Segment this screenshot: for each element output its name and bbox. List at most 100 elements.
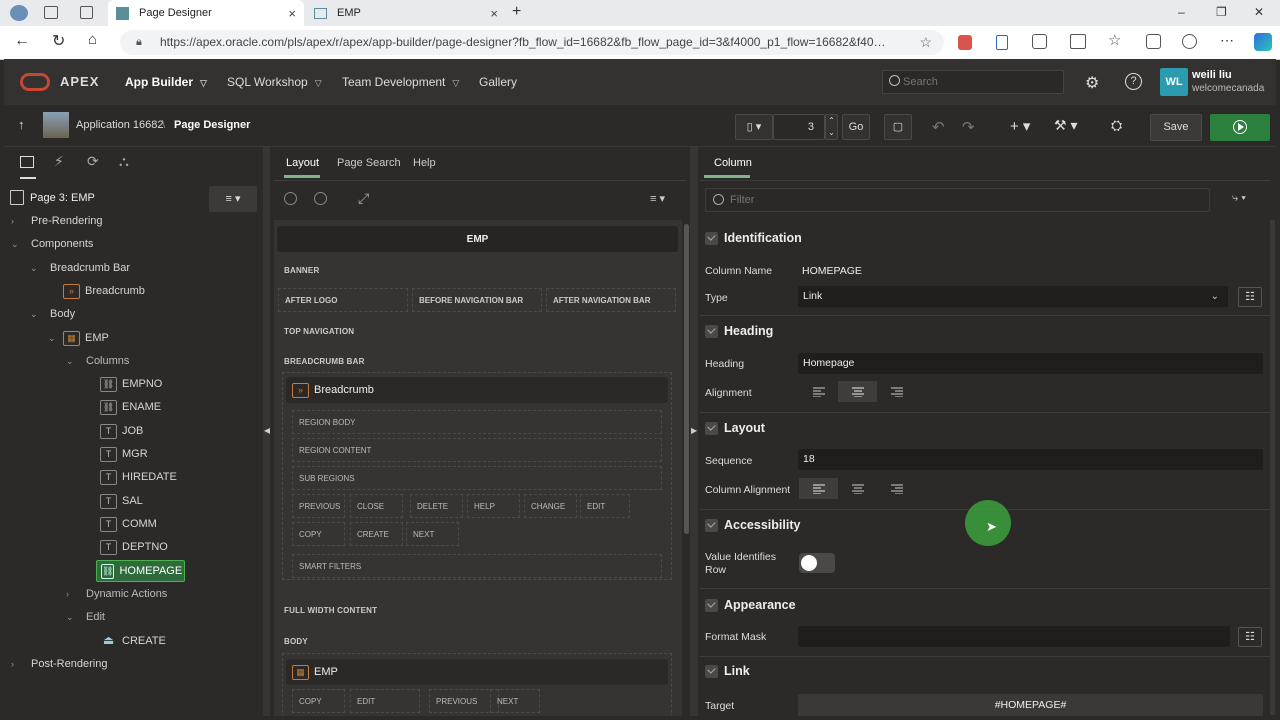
shared-components-tab-icon[interactable]: ⛬ bbox=[119, 153, 129, 170]
nav-team-development[interactable]: Team Development ▽ bbox=[342, 59, 459, 105]
button-slot-help[interactable]: HELP bbox=[467, 494, 520, 518]
section-banner[interactable]: BANNER bbox=[284, 266, 319, 275]
region-content[interactable]: REGION CONTENT bbox=[292, 438, 662, 462]
position-after-nav[interactable]: AFTER NAVIGATION BAR bbox=[546, 288, 676, 312]
button-slot-edit[interactable]: EDIT bbox=[350, 689, 420, 713]
tree-page-node[interactable]: Page 3: EMP bbox=[30, 192, 95, 204]
page-number-input[interactable]: 3 bbox=[773, 114, 825, 140]
zoom-in-icon[interactable] bbox=[314, 192, 327, 205]
extensions-icon[interactable] bbox=[1032, 34, 1047, 49]
button-slot-create[interactable]: CREATE bbox=[350, 522, 403, 546]
button-slot-copy[interactable]: COPY bbox=[292, 689, 345, 713]
maximize-button[interactable]: ❐ bbox=[1216, 5, 1227, 19]
group-appearance[interactable]: Appearance bbox=[705, 598, 796, 612]
favorite-star-icon[interactable]: ☆ bbox=[919, 30, 932, 55]
undo-icon[interactable]: ↶ bbox=[932, 118, 945, 136]
page-title-bar[interactable]: EMP bbox=[277, 226, 678, 252]
tree-item[interactable]: T DEPTNO bbox=[100, 536, 168, 558]
create-menu-icon[interactable]: + ▾ bbox=[1010, 117, 1030, 135]
zoom-out-icon[interactable] bbox=[284, 192, 297, 205]
tree-item[interactable]: T SAL bbox=[100, 490, 143, 512]
tree-item[interactable]: ⌄ Body bbox=[30, 303, 75, 325]
apex-brand[interactable]: APEX bbox=[60, 74, 99, 89]
search-box[interactable] bbox=[882, 70, 1064, 94]
minimize-button[interactable]: – bbox=[1178, 5, 1185, 19]
run-page-button[interactable] bbox=[1210, 114, 1270, 141]
collections-icon[interactable] bbox=[1146, 34, 1161, 49]
tree-item[interactable]: ⏏︎ CREATE bbox=[100, 630, 166, 652]
position-before-nav[interactable]: BEFORE NAVIGATION BAR bbox=[412, 288, 542, 312]
nav-gallery[interactable]: Gallery bbox=[479, 59, 517, 105]
region-body[interactable]: REGION BODY bbox=[292, 410, 662, 434]
tree-item[interactable]: ⛓︎ ENAME bbox=[100, 396, 161, 418]
tree-item[interactable]: ⌄ Breadcrumb Bar bbox=[30, 257, 130, 279]
tree-item[interactable]: ⌄ ▦ EMP bbox=[48, 327, 109, 349]
oracle-logo-icon[interactable] bbox=[20, 73, 50, 91]
tab-page-search[interactable]: Page Search bbox=[337, 157, 401, 169]
extension-doc-icon[interactable] bbox=[996, 35, 1008, 50]
group-accessibility[interactable]: Accessibility bbox=[705, 518, 800, 532]
align-right-icon[interactable] bbox=[877, 478, 916, 499]
button-slot-previous[interactable]: PREVIOUS bbox=[429, 689, 499, 713]
tab-help[interactable]: Help bbox=[413, 157, 436, 169]
home-icon[interactable]: ⌂ bbox=[88, 31, 97, 48]
avatar[interactable]: WL bbox=[1160, 68, 1188, 96]
close-tab-icon[interactable]: × bbox=[490, 6, 498, 21]
filter-box[interactable] bbox=[705, 188, 1210, 212]
section-full-width-content[interactable]: FULL WIDTH CONTENT bbox=[284, 606, 377, 615]
emp-region-header[interactable]: ▦ EMP bbox=[286, 659, 668, 685]
tree-item[interactable]: T JOB bbox=[100, 420, 143, 442]
tree-item[interactable]: › Dynamic Actions bbox=[66, 583, 167, 605]
tree-item[interactable]: T HIREDATE bbox=[100, 466, 177, 488]
shared-components-icon[interactable]: ⛭ bbox=[1111, 117, 1122, 134]
sub-regions[interactable]: SUB REGIONS bbox=[292, 466, 662, 490]
nav-sql-workshop[interactable]: SQL Workshop ▽ bbox=[227, 59, 322, 105]
redo-icon[interactable]: ↷ bbox=[962, 118, 975, 136]
close-tab-icon[interactable]: × bbox=[288, 6, 296, 21]
close-window-button[interactable]: ✕ bbox=[1254, 5, 1264, 19]
tree-item[interactable]: T COMM bbox=[100, 513, 157, 535]
value-identifies-row-toggle[interactable] bbox=[799, 553, 835, 573]
user-name[interactable]: weili liu bbox=[1192, 69, 1232, 81]
tree-item[interactable]: » Breadcrumb bbox=[63, 280, 145, 302]
profile-avatar-icon[interactable] bbox=[10, 5, 28, 21]
tree-menu-button[interactable]: ≡ ▾ bbox=[209, 186, 257, 212]
help-icon[interactable]: ? bbox=[1125, 73, 1142, 90]
section-body[interactable]: BODY bbox=[284, 637, 308, 646]
tree-item[interactable]: › Pre-Rendering bbox=[11, 210, 103, 232]
group-identification[interactable]: Identification bbox=[705, 231, 802, 245]
align-left-icon[interactable] bbox=[799, 381, 838, 402]
list-picker-icon[interactable]: ☷ bbox=[1238, 627, 1262, 647]
up-arrow-icon[interactable]: ↑ bbox=[18, 117, 25, 132]
app-thumbnail[interactable] bbox=[43, 112, 69, 138]
dynamic-actions-tab-icon[interactable]: ⚡︎ bbox=[54, 153, 64, 170]
button-slot-next[interactable]: NEXT bbox=[406, 522, 459, 546]
target-link-button[interactable]: #HOMEPAGE# bbox=[798, 694, 1263, 716]
more-options-icon[interactable]: ⋯ bbox=[1220, 32, 1234, 49]
go-to-group-icon[interactable]: ⤷ ▾ bbox=[1232, 192, 1246, 205]
go-button[interactable]: Go bbox=[842, 114, 870, 140]
tree-item[interactable]: ⛓︎ EMPNO bbox=[100, 373, 162, 395]
workspaces-icon[interactable] bbox=[44, 6, 58, 19]
tree-item[interactable]: ⌄ Edit bbox=[66, 606, 105, 628]
heading-input[interactable]: Homepage bbox=[798, 353, 1263, 374]
group-layout[interactable]: Layout bbox=[705, 421, 765, 435]
button-slot-next[interactable]: NEXT bbox=[490, 689, 540, 713]
copilot-icon[interactable] bbox=[1254, 33, 1272, 51]
layout-menu-icon[interactable]: ≡ ▾ bbox=[650, 192, 665, 205]
nav-app-builder[interactable]: App Builder ▽ bbox=[125, 59, 207, 105]
group-heading[interactable]: Heading bbox=[705, 324, 773, 338]
administration-icon[interactable]: ⚙︎ bbox=[1085, 73, 1099, 93]
page-selector-button[interactable]: ▯ ▾ bbox=[735, 114, 773, 140]
lock-page-button[interactable]: ▢ bbox=[884, 114, 912, 140]
tab-layout[interactable]: Layout bbox=[286, 157, 319, 169]
collapse-right-icon[interactable]: ▶ bbox=[691, 426, 697, 435]
new-tab-button[interactable]: + bbox=[512, 3, 521, 21]
rendering-tab-icon[interactable] bbox=[20, 156, 34, 168]
align-center-icon[interactable] bbox=[838, 381, 877, 402]
properties-scrollbar[interactable] bbox=[1270, 220, 1275, 715]
tab-column[interactable]: Column bbox=[714, 157, 752, 169]
refresh-icon[interactable]: ↻ bbox=[52, 31, 65, 51]
type-select[interactable]: Link ⌄ bbox=[798, 286, 1228, 307]
sequence-input[interactable]: 18 bbox=[798, 449, 1263, 470]
